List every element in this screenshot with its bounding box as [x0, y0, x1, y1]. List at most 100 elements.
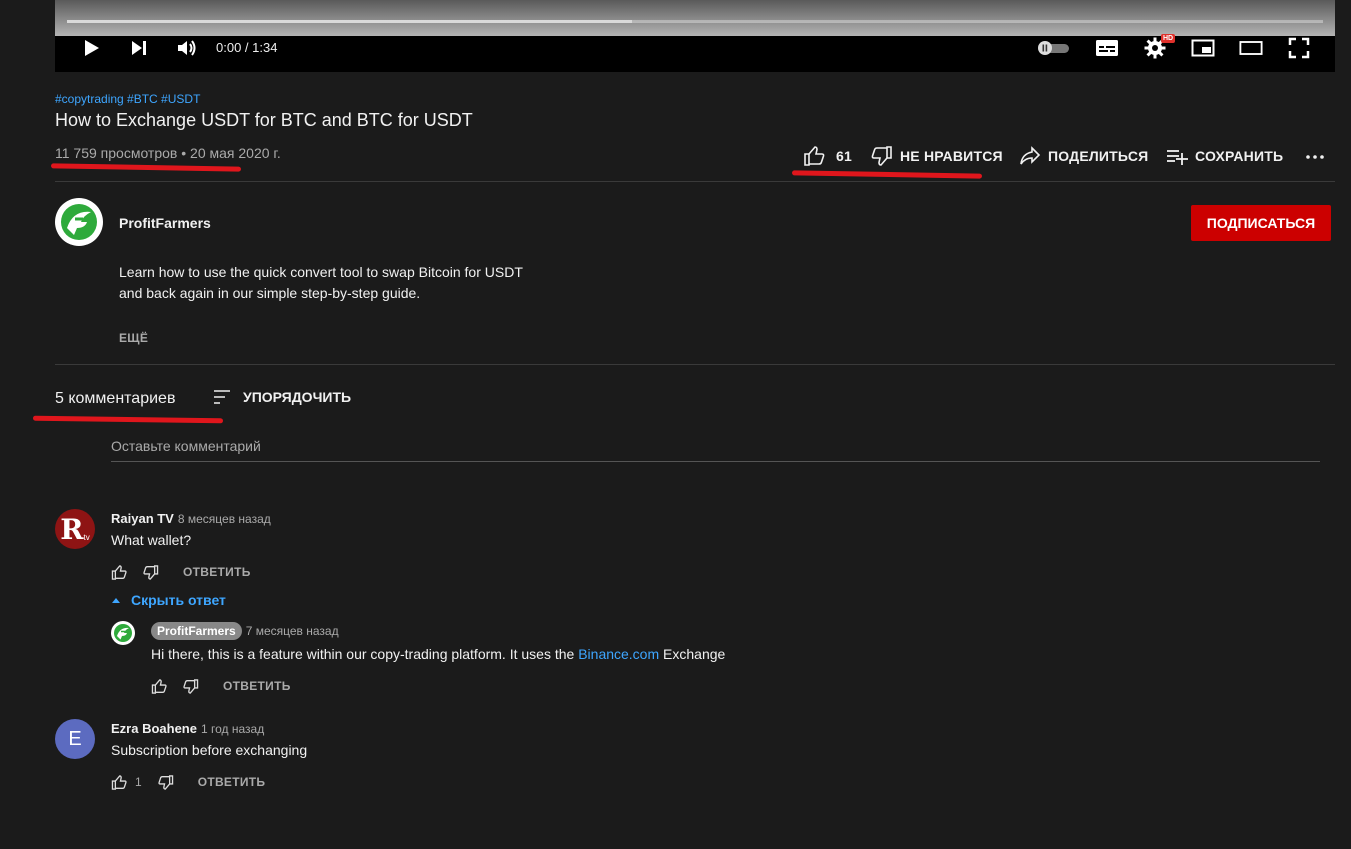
avatar-letter: R	[60, 512, 84, 546]
video-frame[interactable]	[55, 0, 1335, 36]
comment-like-button[interactable]	[111, 774, 127, 790]
show-more-button[interactable]: ЕЩЁ	[119, 331, 148, 345]
comment-like-button[interactable]	[111, 564, 127, 580]
time-display: 0:00 / 1:34	[216, 40, 278, 55]
channel-name[interactable]: ProfitFarmers	[119, 215, 211, 231]
view-count: 11 759 просмотров	[55, 145, 178, 161]
description-line: Learn how to use the quick convert tool …	[119, 264, 523, 280]
like-count: 61	[836, 148, 852, 164]
section-divider	[55, 181, 1335, 182]
volume-icon	[178, 40, 196, 56]
comment-age[interactable]: 8 месяцев назад	[178, 512, 271, 526]
chevron-up-icon	[112, 598, 120, 603]
comment-text: What wallet?	[111, 532, 192, 548]
comment-author[interactable]: Raiyan TV	[111, 511, 174, 526]
reply-text-part: Exchange	[659, 646, 726, 662]
theater-icon	[1239, 41, 1263, 55]
dislike-button[interactable]: НЕ НРАВИТСЯ	[871, 146, 1003, 166]
sort-label: УПОРЯДОЧИТЬ	[243, 389, 352, 405]
miniplayer-icon	[1191, 39, 1215, 57]
video-description: Learn how to use the quick convert tool …	[119, 262, 539, 304]
reply-age[interactable]: 7 месяцев назад	[246, 624, 339, 638]
binance-link[interactable]: Binance.com	[578, 646, 659, 662]
comment-input-underline	[111, 461, 1320, 462]
hide-replies-button[interactable]: Скрыть ответ	[111, 592, 226, 608]
section-divider	[55, 364, 1335, 365]
thumbs-up-icon	[804, 146, 825, 166]
fullscreen-button[interactable]	[1287, 36, 1311, 60]
video-title: How to Exchange USDT for BTC and BTC for…	[55, 110, 473, 130]
next-button[interactable]	[127, 36, 151, 60]
comment-age[interactable]: 1 год назад	[201, 722, 264, 736]
mute-button[interactable]	[175, 36, 199, 60]
add-comment-input[interactable]: Оставьте комментарий	[111, 438, 261, 454]
meta-separator: •	[181, 145, 187, 161]
comment-like-count: 1	[135, 775, 142, 789]
comment-dislike-button[interactable]	[143, 564, 159, 580]
profitfarmers-logo-icon	[61, 204, 97, 240]
thumbs-up-icon	[151, 678, 167, 694]
sort-comments-button[interactable]: УПОРЯДОЧИТЬ	[213, 389, 351, 405]
video-player[interactable]: 0:00 / 1:34 HD	[55, 0, 1335, 72]
save-label: СОХРАНИТЬ	[1195, 148, 1284, 164]
thumbs-down-icon	[183, 678, 199, 694]
commenter-avatar[interactable]: E	[55, 719, 95, 759]
reply-header: ProfitFarmers 7 месяцев назад	[151, 622, 339, 640]
reply-text-part: Hi there, this is a feature within our c…	[151, 646, 579, 662]
reply-toolbar: ОТВЕТИТЬ	[151, 678, 291, 694]
comment-text: Subscription before exchanging	[111, 742, 308, 758]
channel-avatar[interactable]	[55, 198, 103, 246]
comment-count: 5 комментариев	[55, 390, 176, 407]
reply-dislike-button[interactable]	[183, 678, 199, 694]
channel-owner-chip[interactable]: ProfitFarmers	[151, 622, 242, 640]
share-label: ПОДЕЛИТЬСЯ	[1048, 148, 1149, 164]
annotation-underline	[32, 415, 224, 424]
share-icon	[1020, 146, 1041, 165]
more-actions-button[interactable]	[1305, 146, 1325, 166]
thumbs-down-icon	[871, 146, 892, 166]
autoplay-toggle-icon	[1038, 41, 1069, 55]
video-meta: 11 759 просмотров • 20 мая 2020 г.	[55, 145, 281, 161]
avatar-sub: tv	[83, 532, 90, 542]
thumbs-up-icon	[111, 774, 127, 790]
save-button[interactable]: СОХРАНИТЬ	[1166, 146, 1283, 166]
reply-avatar[interactable]	[111, 621, 135, 645]
thumbs-up-icon	[111, 564, 127, 580]
reply-button[interactable]: ОТВЕТИТЬ	[198, 775, 266, 789]
video-hashtags[interactable]: #copytrading #BTC #USDT	[55, 92, 200, 106]
miniplayer-button[interactable]	[1191, 36, 1215, 60]
subtitles-icon	[1096, 40, 1118, 56]
annotation-underline	[791, 170, 983, 179]
fullscreen-icon	[1288, 37, 1310, 59]
annotation-underline	[50, 163, 242, 172]
description-line: and back again in our simple step-by-ste…	[119, 285, 421, 301]
like-button[interactable]: 61	[803, 146, 852, 166]
comment-header: Raiyan TV 8 месяцев назад	[111, 511, 271, 526]
progress-bar-fill	[67, 20, 633, 23]
reply-button[interactable]: ОТВЕТИТЬ	[183, 565, 251, 579]
progress-bar[interactable]	[67, 20, 1323, 23]
share-button[interactable]: ПОДЕЛИТЬСЯ	[1019, 146, 1148, 166]
upload-date: 20 мая 2020 г.	[190, 145, 281, 161]
thumbs-down-icon	[158, 774, 173, 790]
reply-text: Hi there, this is a feature within our c…	[151, 646, 725, 662]
comment-toolbar: 1 ОТВЕТИТЬ	[111, 774, 265, 790]
autoplay-toggle[interactable]	[1037, 36, 1071, 60]
reply-button[interactable]: ОТВЕТИТЬ	[223, 679, 291, 693]
commenter-avatar[interactable]: R tv	[55, 509, 95, 549]
play-icon	[85, 40, 99, 56]
sort-icon	[214, 390, 230, 404]
reply-like-button[interactable]	[151, 678, 167, 694]
avatar-letter: E	[68, 727, 82, 750]
profitfarmers-logo-icon	[114, 624, 132, 642]
theater-mode-button[interactable]	[1239, 36, 1263, 60]
comment-dislike-button[interactable]	[158, 774, 174, 790]
play-button[interactable]	[79, 36, 103, 60]
hd-badge: HD	[1161, 34, 1176, 43]
hide-replies-label: Скрыть ответ	[131, 592, 226, 608]
comment-author[interactable]: Ezra Boahene	[111, 721, 197, 736]
thumbs-down-icon	[143, 564, 159, 580]
subtitles-button[interactable]	[1095, 36, 1119, 60]
subscribe-button[interactable]: ПОДПИСАТЬСЯ	[1191, 205, 1331, 241]
playlist-add-icon	[1167, 150, 1188, 165]
